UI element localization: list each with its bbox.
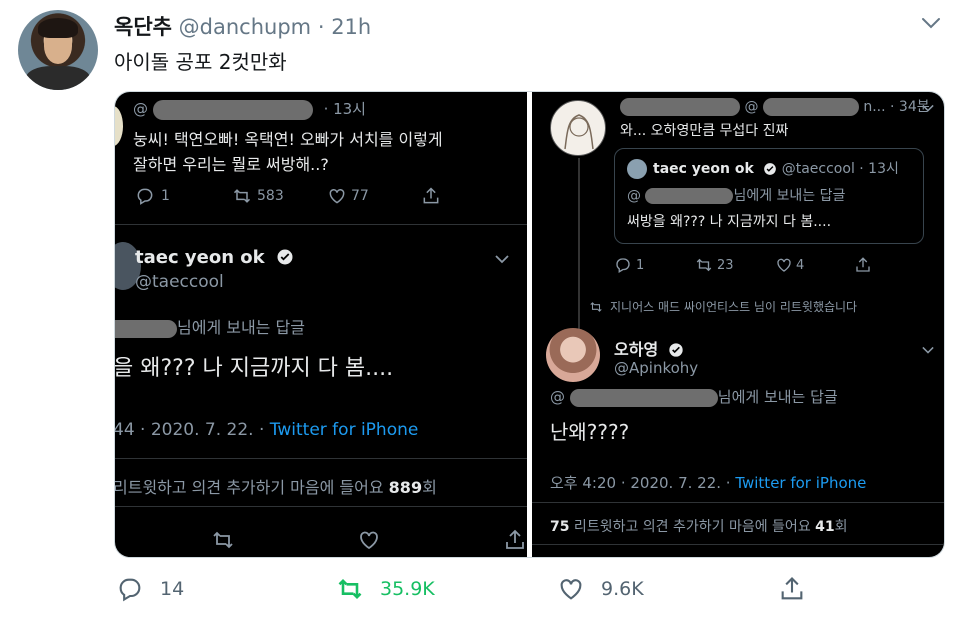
share-icon[interactable] bbox=[421, 186, 441, 206]
main-tweet-meta: 오후 4:20 · 2020. 7. 22. · Twitter for iPh… bbox=[550, 474, 867, 492]
redacted-handle bbox=[569, 388, 718, 407]
redacted-handle bbox=[762, 98, 859, 116]
avatar bbox=[550, 100, 606, 156]
avatar bbox=[627, 159, 647, 179]
reply-text: 와... 오하영만큼 무섭다 진짜 bbox=[620, 123, 789, 139]
avatar bbox=[115, 106, 123, 146]
reply-icon[interactable] bbox=[135, 186, 155, 206]
verified-badge-icon bbox=[764, 163, 777, 175]
quoted-text: 써방을 왜??? 나 지금까지 다 봄.... bbox=[627, 214, 832, 230]
separator-dot: · bbox=[317, 15, 325, 39]
main-author-name[interactable]: taec yeon ok bbox=[135, 247, 294, 268]
quoted-tweet[interactable]: taec yeon ok @taeccool · 13시 @ 님에게 보내는 답… bbox=[614, 148, 924, 244]
source-link[interactable]: Twitter for iPhone bbox=[735, 474, 866, 492]
main-tweet-meta: 44 · 2020. 7. 22. · Twitter for iPhone bbox=[115, 420, 419, 440]
like-action[interactable]: 9.6K bbox=[557, 574, 644, 604]
chevron-down-icon[interactable] bbox=[920, 14, 942, 32]
like-count[interactable]: 889 bbox=[389, 478, 422, 497]
chevron-down-icon[interactable] bbox=[920, 102, 936, 114]
quoted-header: taec yeon ok @taeccool · 13시 bbox=[653, 161, 899, 177]
author-avatar[interactable] bbox=[18, 10, 98, 90]
heart-icon[interactable] bbox=[327, 186, 347, 206]
main-author-name[interactable]: 오하영 bbox=[614, 336, 684, 360]
divider bbox=[115, 458, 527, 459]
quoted-replying-to: @ 님에게 보내는 답글 bbox=[627, 188, 846, 204]
tweet-text: 아이돌 공포 2컷만화 bbox=[114, 50, 287, 74]
reply-icon[interactable] bbox=[116, 575, 144, 603]
main-tweet-text: 을 왜??? 나 지금까지 다 봄.... bbox=[115, 356, 394, 381]
divider bbox=[115, 224, 527, 225]
tweet-media[interactable]: @ · 13시 눙씨! 택연오빠! 옥택연! 오빠가 서치를 이렇게 잘하면 우… bbox=[114, 91, 945, 558]
main-author-handle[interactable]: @Apinkohy bbox=[614, 359, 698, 377]
replying-to: 님에게 보내는 답글 bbox=[115, 314, 305, 338]
retweet-icon[interactable] bbox=[694, 256, 714, 274]
replying-to: @ 님에게 보내는 답글 bbox=[550, 388, 838, 407]
media-panel-left[interactable]: @ · 13시 눙씨! 택연오빠! 옥택연! 오빠가 서치를 이렇게 잘하면 우… bbox=[115, 92, 527, 557]
retweet-count[interactable]: 75 bbox=[550, 519, 569, 535]
reply-time: · 13시 bbox=[323, 100, 366, 118]
reply-icon[interactable] bbox=[614, 256, 632, 274]
tweet-header: 옥단추 @danchupm · 21h bbox=[114, 11, 371, 41]
divider bbox=[532, 502, 944, 503]
author-handle[interactable]: @danchupm bbox=[179, 15, 311, 39]
reply-handle: @ bbox=[133, 100, 148, 118]
retweet-icon bbox=[590, 301, 602, 312]
share-action[interactable] bbox=[778, 574, 822, 604]
main-actions bbox=[209, 528, 527, 552]
avatar[interactable] bbox=[546, 328, 600, 382]
divider bbox=[115, 506, 527, 507]
source-link[interactable]: Twitter for iPhone bbox=[270, 420, 419, 440]
retweet-action[interactable]: 35.9K bbox=[336, 574, 435, 604]
reply-stats: 1 23 4 bbox=[614, 256, 872, 274]
redacted-handle bbox=[115, 319, 177, 338]
retweet-icon[interactable] bbox=[231, 186, 253, 206]
reply-header: @ · 13시 bbox=[133, 98, 366, 120]
media-panel-right[interactable]: @ n... · 34분 와... 오하영만큼 무섭다 진짜 taec yeon… bbox=[532, 92, 944, 557]
reply-text: 눙씨! 택연오빠! 옥택연! 오빠가 서치를 이렇게 잘하면 우리는 뭘로 써방… bbox=[133, 130, 443, 174]
verified-badge-icon bbox=[277, 249, 293, 265]
verified-badge-icon bbox=[669, 343, 683, 357]
retweet-count: 35.9K bbox=[380, 578, 435, 600]
heart-icon[interactable] bbox=[557, 575, 585, 603]
author-name[interactable]: 옥단추 bbox=[114, 15, 172, 39]
tweet-time[interactable]: 21h bbox=[331, 15, 371, 39]
redacted-name bbox=[620, 98, 740, 116]
chevron-down-icon[interactable] bbox=[920, 344, 936, 356]
reply-count: 14 bbox=[160, 578, 185, 600]
redacted-handle bbox=[645, 188, 734, 204]
share-icon[interactable] bbox=[778, 575, 806, 603]
redacted-handle bbox=[152, 99, 313, 120]
heart-icon[interactable] bbox=[775, 256, 793, 274]
divider bbox=[532, 544, 944, 545]
main-tweet-text: 난왜???? bbox=[550, 420, 630, 444]
share-icon[interactable] bbox=[501, 528, 527, 552]
retweet-icon[interactable] bbox=[209, 528, 237, 552]
like-count[interactable]: 41 bbox=[815, 519, 834, 535]
retweeted-by: 지니어스 매드 싸이언티스트 님이 리트윗했습니다 bbox=[588, 298, 857, 315]
reply-action[interactable]: 14 bbox=[116, 574, 184, 604]
share-icon[interactable] bbox=[854, 256, 872, 274]
heart-icon[interactable] bbox=[355, 528, 383, 552]
chevron-down-icon[interactable] bbox=[493, 252, 511, 266]
reply-stats: 1 583 77 bbox=[135, 186, 441, 206]
main-stats: 75 리트윗하고 의견 추가하기 마음에 들어요 41회 bbox=[550, 519, 848, 535]
like-count: 9.6K bbox=[601, 578, 644, 600]
reply-header: @ n... · 34분 bbox=[620, 96, 930, 116]
main-stats: 리트윗하고 의견 추가하기 마음에 들어요 889회 bbox=[115, 478, 437, 497]
retweet-icon[interactable] bbox=[336, 575, 364, 603]
main-author-handle[interactable]: @taeccool bbox=[135, 272, 224, 292]
